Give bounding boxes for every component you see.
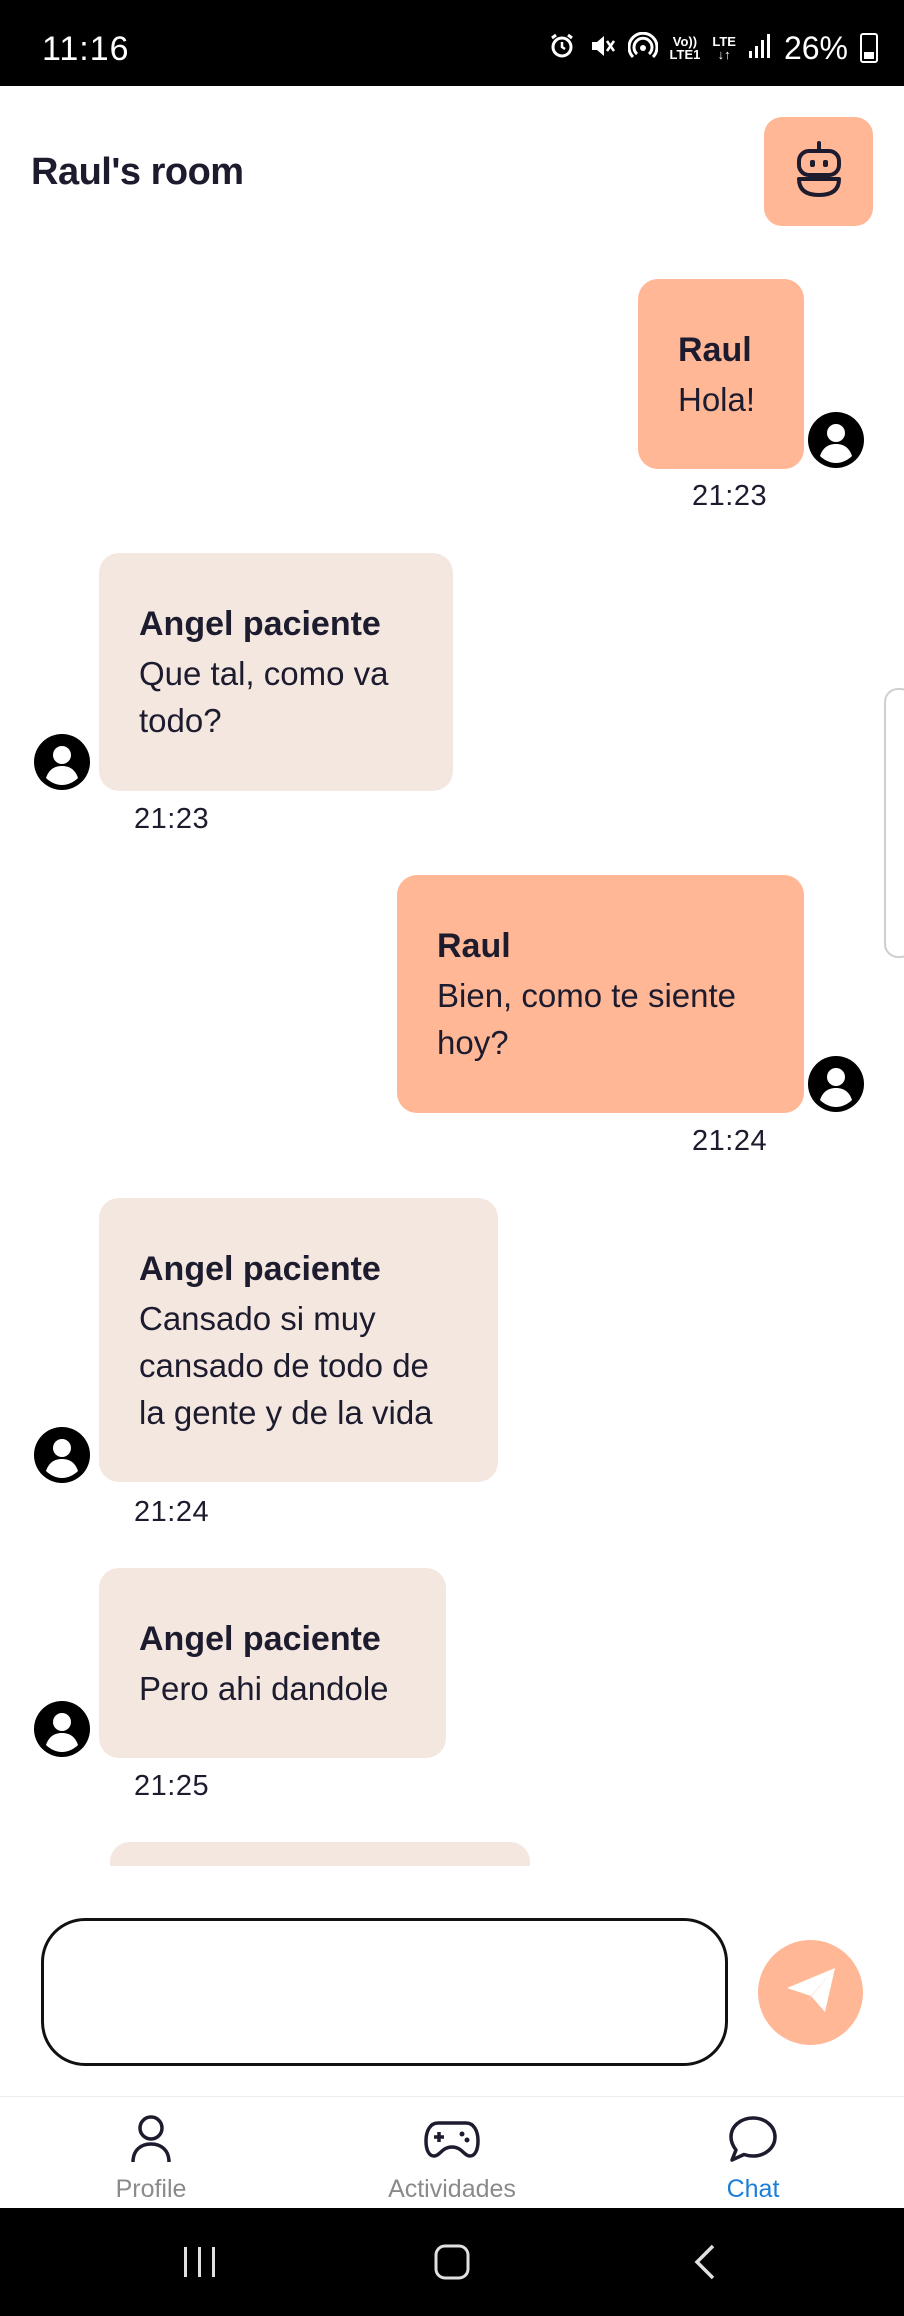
message-bubble-received: Angel paciente Que tal, como va todo? — [99, 553, 453, 791]
message-bubble-received: Angel paciente Pero ahi dandole — [99, 1568, 446, 1758]
message-time: 21:23 — [134, 803, 210, 835]
recent-apps-button[interactable] — [160, 2208, 240, 2316]
data-arrows: ↓↑ — [717, 47, 731, 62]
scrollbar[interactable] — [884, 688, 904, 958]
room-title: Raul's room — [31, 151, 244, 193]
status-time: 11:16 — [42, 30, 130, 68]
battery-icon — [860, 33, 878, 63]
message-input[interactable] — [41, 1918, 728, 2066]
mute-icon — [588, 32, 616, 64]
back-icon — [694, 2244, 715, 2280]
bot-button[interactable] — [764, 117, 873, 226]
back-button[interactable] — [664, 2208, 744, 2316]
message-time: 21:25 — [134, 1770, 210, 1802]
home-button[interactable] — [412, 2208, 492, 2316]
battery-percent: 26% — [783, 29, 848, 66]
message-time: 21:23 — [692, 480, 768, 512]
tab-chat[interactable]: Chat — [653, 2097, 853, 2209]
message-text: Hola! — [678, 381, 756, 418]
avatar-icon — [808, 412, 864, 468]
tab-actividades-label: Actividades — [388, 2175, 516, 2203]
chat-messages[interactable]: Raul Hola! 21:23 Angel paciente Que tal,… — [0, 250, 904, 1866]
gamepad-icon — [424, 2111, 480, 2167]
recent-apps-icon — [184, 2247, 215, 2277]
avatar-icon — [808, 1056, 864, 1112]
message-text: Pero ahi dandole — [139, 1670, 389, 1707]
tab-actividades[interactable]: Actividades — [352, 2097, 552, 2209]
lte-indicator: LTE ↓↑ — [712, 35, 736, 61]
volte-indicator: Vo)) LTE1 — [670, 35, 701, 61]
chat-bubble-icon — [725, 2111, 781, 2167]
message-sender: Angel paciente — [139, 1620, 381, 1658]
message-sender: Angel paciente — [139, 1250, 381, 1288]
message-bubble-sent: Raul Bien, como te siente hoy? — [397, 875, 804, 1113]
message-bubble-sent: Raul Hola! — [638, 279, 804, 469]
avatar-icon — [34, 1701, 90, 1757]
hotspot-icon — [627, 31, 658, 64]
message-sender: Angel paciente — [139, 605, 381, 643]
system-navigation-bar — [0, 2208, 904, 2316]
tab-chat-label: Chat — [726, 2175, 780, 2203]
tab-profile[interactable]: Profile — [51, 2097, 251, 2209]
avatar-icon — [34, 734, 90, 790]
send-icon — [785, 1966, 837, 2019]
message-text: Cansado si muy cansado de todo de la gen… — [139, 1300, 433, 1431]
message-time: 21:24 — [134, 1496, 210, 1528]
message-bubble-received: Angel paciente Cansado si muy cansado de… — [99, 1198, 498, 1482]
message-text: Que tal, como va todo? — [139, 655, 389, 739]
alarm-icon — [548, 32, 576, 64]
robot-icon — [793, 139, 845, 204]
status-bar: 11:16 Vo)) LTE1 LTE ↓↑ 26% — [0, 0, 904, 86]
status-icons: Vo)) LTE1 LTE ↓↑ 26% — [548, 28, 878, 68]
person-icon — [123, 2111, 179, 2167]
send-button[interactable] — [758, 1940, 863, 2045]
message-bubble-received — [110, 1842, 530, 1866]
message-text: Bien, como te siente hoy? — [437, 977, 736, 1061]
avatar-icon — [34, 1427, 90, 1483]
signal-icon — [748, 33, 772, 63]
home-icon — [434, 2244, 470, 2280]
message-sender: Raul — [678, 331, 752, 369]
message-sender: Raul — [437, 927, 511, 965]
lte1-label: LTE1 — [669, 47, 701, 62]
bottom-navigation: Profile Actividades Chat — [0, 2096, 904, 2208]
message-time: 21:24 — [692, 1125, 768, 1157]
tab-profile-label: Profile — [115, 2175, 187, 2203]
